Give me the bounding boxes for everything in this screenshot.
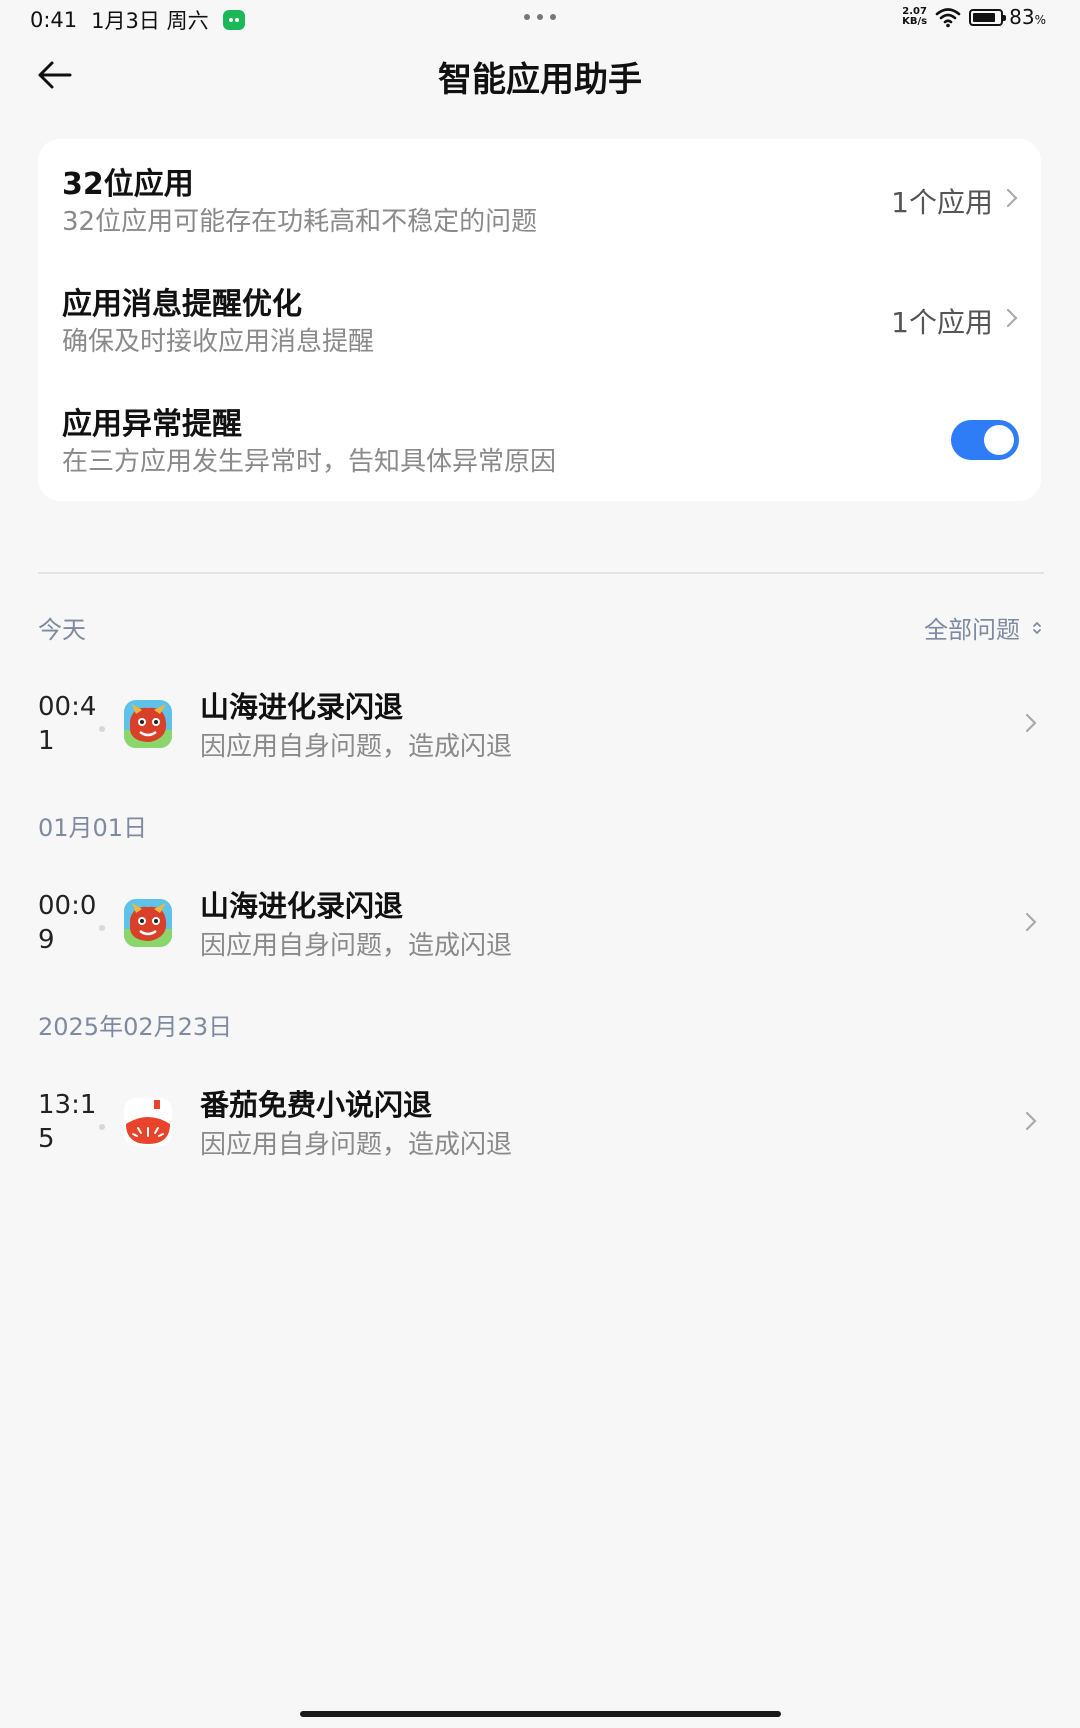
crash-record[interactable]: 13:15 番茄免费小说闪退 因应用自身问题，造成闪退 <box>0 1088 1080 1188</box>
record-title: 番茄免费小说闪退 <box>200 1088 433 1122</box>
timeline-dot <box>99 925 105 931</box>
chevron-right-icon <box>1006 308 1018 328</box>
toggle-knob <box>984 425 1014 455</box>
setting-anomaly-alert: 应用异常提醒 在三方应用发生异常时，告知具体异常原因 <box>38 379 1041 499</box>
record-title: 山海进化录闪退 <box>200 690 404 724</box>
timeline-dot <box>99 1124 105 1130</box>
record-subtitle: 因应用自身问题，造成闪退 <box>200 931 513 961</box>
chevron-right-icon <box>1025 713 1037 733</box>
settings-card: 32位应用 32位应用可能存在功耗高和不稳定的问题 1个应用 应用消息提醒优化 … <box>38 139 1041 501</box>
more-dots-icon[interactable] <box>524 14 556 20</box>
date-header: 今天 <box>38 616 86 644</box>
setting-message-reminder[interactable]: 应用消息提醒优化 确保及时接收应用消息提醒 1个应用 <box>38 259 1041 379</box>
status-time: 0:41 <box>30 8 78 32</box>
chevron-right-icon <box>1006 188 1018 208</box>
crash-record[interactable]: 00:41 山海进化录闪退 因应用自身问题，造成闪退 <box>0 690 1080 790</box>
setting-subtitle: 确保及时接收应用消息提醒 <box>62 327 375 357</box>
page-title: 智能应用助手 <box>438 60 642 100</box>
setting-subtitle: 32位应用可能存在功耗高和不稳定的问题 <box>62 207 538 237</box>
divider <box>38 572 1044 574</box>
battery-icon <box>969 8 1007 26</box>
battery-percent: 83% <box>1009 5 1046 29</box>
timeline-dot <box>99 726 105 732</box>
battery-fill <box>973 12 996 22</box>
wifi-icon <box>935 8 961 28</box>
setting-32bit-apps[interactable]: 32位应用 32位应用可能存在功耗高和不稳定的问题 1个应用 <box>38 139 1041 259</box>
home-indicator[interactable] <box>300 1711 781 1717</box>
record-subtitle: 因应用自身问题，造成闪退 <box>200 732 513 762</box>
crash-record[interactable]: 00:09 山海进化录闪退 因应用自身问题，造成闪退 <box>0 889 1080 989</box>
status-right: 2.07 KB/s 83% <box>902 5 1046 29</box>
setting-value: 1个应用 <box>891 186 993 219</box>
setting-title: 应用消息提醒优化 <box>62 287 302 322</box>
sort-updown-icon <box>1033 621 1041 634</box>
chevron-right-icon <box>1025 912 1037 932</box>
setting-subtitle: 在三方应用发生异常时，告知具体异常原因 <box>62 447 557 477</box>
setting-title: 应用异常提醒 <box>62 407 242 442</box>
record-time: 00:41 <box>38 692 97 756</box>
status-left: 0:41 1月3日 周六 <box>30 5 245 35</box>
setting-value: 1个应用 <box>891 306 993 339</box>
chevron-right-icon <box>1025 1111 1037 1131</box>
filter-dropdown[interactable]: 全部问题 <box>924 610 1042 645</box>
filter-label: 全部问题 <box>924 616 1020 644</box>
record-title: 山海进化录闪退 <box>200 889 404 923</box>
record-time: 13:15 <box>38 1090 97 1154</box>
status-date: 1月3日 周六 <box>91 9 209 33</box>
record-subtitle: 因应用自身问题，造成闪退 <box>200 1130 513 1160</box>
record-time: 00:09 <box>38 891 97 955</box>
network-speed: 2.07 KB/s <box>902 6 928 27</box>
tomato-novel-icon <box>124 1098 172 1146</box>
status-bar: 0:41 1月3日 周六 2.07 KB/s 83% <box>0 0 1080 38</box>
date-header: 01月01日 <box>38 814 148 842</box>
game-dragon-icon <box>124 899 172 947</box>
anomaly-alert-toggle[interactable] <box>951 420 1019 460</box>
date-header: 2025年02月23日 <box>38 1013 233 1041</box>
setting-title: 32位应用 <box>62 167 194 202</box>
wechat-notification-icon <box>222 10 245 30</box>
game-dragon-icon <box>124 700 172 748</box>
screen: 0:41 1月3日 周六 2.07 KB/s 83% 智能应用助手 32位应用 … <box>0 0 1080 1728</box>
